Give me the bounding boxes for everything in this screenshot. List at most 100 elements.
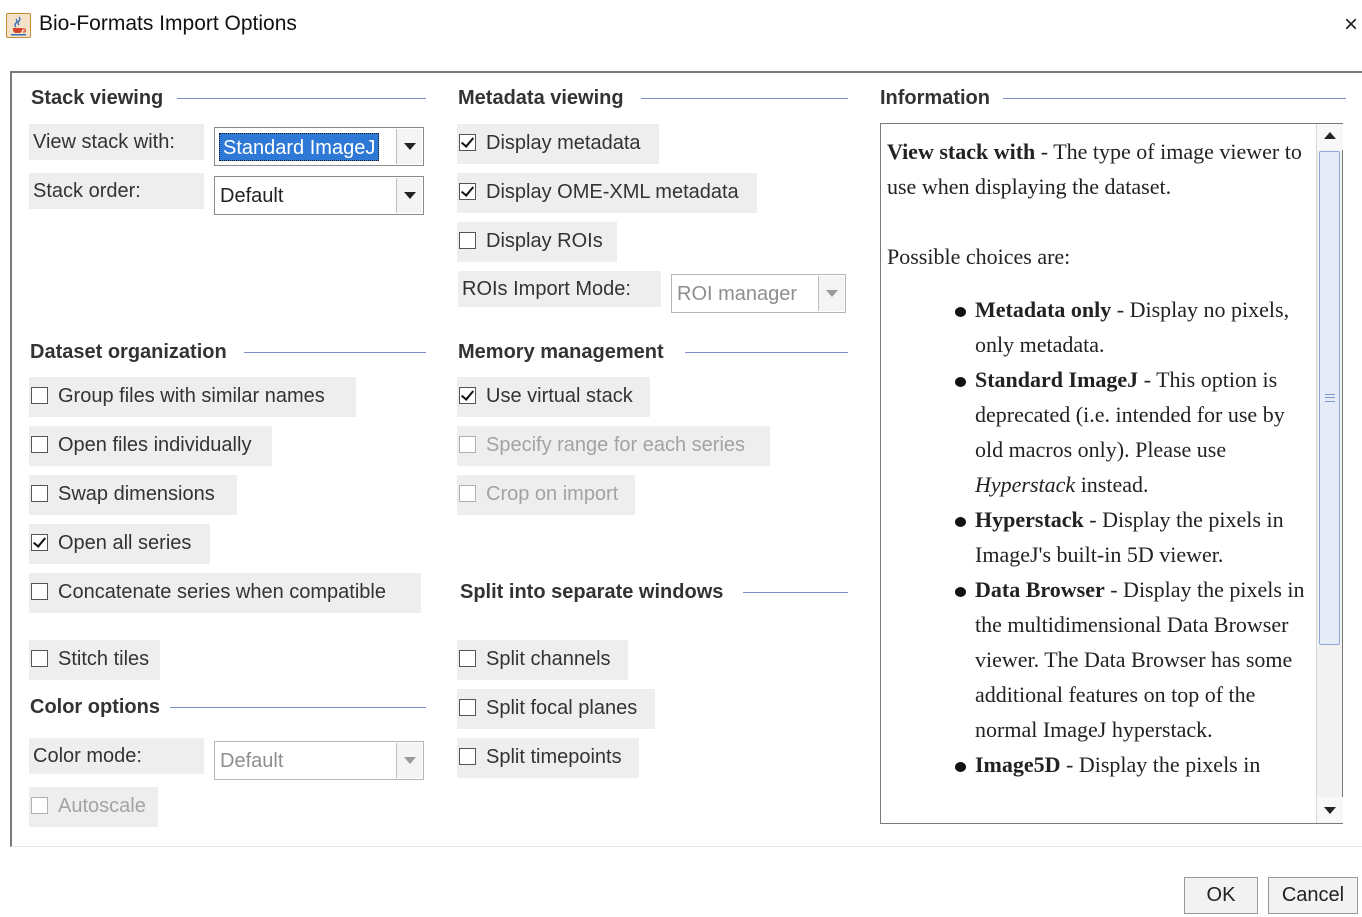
checkbox-unchecked-icon bbox=[459, 485, 476, 502]
chevron-down-icon[interactable] bbox=[396, 129, 422, 164]
checkbox-checked-icon[interactable] bbox=[31, 534, 48, 551]
checkbox-unchecked-icon[interactable] bbox=[459, 650, 476, 667]
use-virtual-stack-label: Use virtual stack bbox=[486, 385, 633, 407]
crop-on-import-checkbox: Crop on import bbox=[457, 475, 635, 515]
split-timepoints-checkbox[interactable]: Split timepoints bbox=[457, 738, 639, 778]
autoscale-label: Autoscale bbox=[58, 795, 146, 817]
autoscale-checkbox: Autoscale bbox=[29, 787, 158, 827]
title-bar: Bio-Formats Import Options × bbox=[0, 0, 1362, 52]
cancel-button[interactable]: Cancel bbox=[1268, 877, 1358, 914]
color-mode-select: Default bbox=[214, 741, 424, 780]
split-focal-planes-label: Split focal planes bbox=[486, 697, 638, 719]
section-divider bbox=[641, 98, 848, 99]
scroll-up-arrow-icon[interactable] bbox=[1317, 124, 1343, 150]
crop-on-import-label: Crop on import bbox=[486, 483, 619, 505]
ok-button[interactable]: OK bbox=[1184, 877, 1258, 914]
list-item: Standard ImageJ - This option is depreca… bbox=[953, 362, 1315, 502]
display-rois-label: Display ROIs bbox=[486, 230, 603, 252]
section-title-dataset-organization: Dataset organization bbox=[30, 341, 227, 364]
checkbox-unchecked-icon bbox=[459, 436, 476, 453]
information-pane[interactable]: View stack with - The type of image view… bbox=[880, 123, 1343, 824]
section-divider bbox=[244, 352, 426, 353]
list-item: Hyperstack - Display the pixels in Image… bbox=[953, 502, 1315, 572]
stack-order-select[interactable]: Default bbox=[214, 176, 424, 215]
chevron-down-icon bbox=[818, 276, 844, 311]
checkbox-unchecked-icon[interactable] bbox=[459, 748, 476, 765]
section-title-metadata-viewing: Metadata viewing bbox=[458, 87, 624, 110]
section-divider bbox=[685, 352, 848, 353]
choice-term: Standard ImageJ bbox=[975, 367, 1139, 392]
choice-term: Data Browser bbox=[975, 577, 1105, 602]
checkbox-unchecked-icon[interactable] bbox=[31, 387, 48, 404]
rois-import-mode-value: ROI manager bbox=[677, 283, 798, 305]
information-text: View stack with - The type of image view… bbox=[887, 134, 1315, 782]
checkbox-unchecked-icon[interactable] bbox=[31, 485, 48, 502]
bullet-icon bbox=[955, 762, 966, 772]
open-all-series-label: Open all series bbox=[58, 532, 192, 554]
checkbox-checked-icon[interactable] bbox=[459, 183, 476, 200]
information-scrollbar[interactable] bbox=[1316, 124, 1343, 823]
use-virtual-stack-checkbox[interactable]: Use virtual stack bbox=[457, 377, 650, 417]
view-stack-label: View stack with: bbox=[29, 124, 204, 160]
chevron-down-icon[interactable] bbox=[396, 178, 422, 213]
list-item: Metadata only - Display no pixels, only … bbox=[953, 292, 1315, 362]
section-title-information: Information bbox=[880, 87, 990, 110]
open-all-series-checkbox[interactable]: Open all series bbox=[29, 524, 210, 564]
display-metadata-label: Display metadata bbox=[486, 132, 641, 154]
section-title-split-windows: Split into separate windows bbox=[460, 581, 724, 604]
info-heading: View stack with - The type of image view… bbox=[887, 134, 1315, 204]
section-divider bbox=[177, 98, 426, 99]
section-divider bbox=[743, 592, 848, 593]
open-individually-checkbox[interactable]: Open files individually bbox=[29, 426, 272, 466]
display-metadata-checkbox[interactable]: Display metadata bbox=[457, 124, 659, 164]
choice-term: Image5D bbox=[975, 752, 1061, 777]
group-files-checkbox[interactable]: Group files with similar names bbox=[29, 377, 356, 417]
scroll-thumb[interactable] bbox=[1319, 151, 1340, 645]
rois-import-mode-label: ROIs Import Mode: bbox=[458, 271, 661, 307]
concatenate-series-label: Concatenate series when compatible bbox=[58, 581, 386, 603]
rois-import-mode-select: ROI manager bbox=[671, 274, 846, 313]
view-stack-select[interactable]: Standard ImageJ bbox=[214, 127, 424, 166]
split-timepoints-label: Split timepoints bbox=[486, 746, 622, 768]
checkbox-unchecked-icon[interactable] bbox=[459, 232, 476, 249]
checkbox-unchecked-icon[interactable] bbox=[31, 583, 48, 600]
display-rois-checkbox[interactable]: Display ROIs bbox=[457, 222, 617, 262]
split-channels-label: Split channels bbox=[486, 648, 611, 670]
color-mode-value: Default bbox=[220, 750, 284, 772]
close-icon[interactable]: × bbox=[1340, 10, 1362, 40]
choice-desc: - Display the pixels in bbox=[1060, 752, 1261, 777]
checkbox-unchecked-icon bbox=[31, 797, 48, 814]
open-individually-label: Open files individually bbox=[58, 434, 252, 456]
checkbox-unchecked-icon[interactable] bbox=[459, 699, 476, 716]
specify-range-checkbox: Specify range for each series bbox=[457, 426, 770, 466]
section-divider bbox=[1003, 98, 1346, 99]
color-mode-label: Color mode: bbox=[29, 738, 204, 774]
info-choices-intro: Possible choices are: bbox=[887, 244, 1071, 269]
bullet-icon bbox=[955, 517, 966, 527]
list-item: Data Browser - Display the pixels in the… bbox=[953, 572, 1315, 747]
view-stack-selected-value: Standard ImageJ bbox=[219, 133, 380, 161]
concatenate-series-checkbox[interactable]: Concatenate series when compatible bbox=[29, 573, 421, 613]
choice-desc-after: instead. bbox=[1075, 472, 1149, 497]
info-choices-list: Metadata only - Display no pixels, only … bbox=[953, 292, 1315, 782]
stitch-tiles-checkbox[interactable]: Stitch tiles bbox=[29, 640, 160, 680]
choice-term: Hyperstack bbox=[975, 507, 1084, 532]
display-ome-xml-checkbox[interactable]: Display OME-XML metadata bbox=[457, 173, 757, 213]
specify-range-label: Specify range for each series bbox=[486, 434, 746, 456]
info-heading-term: View stack with bbox=[887, 139, 1036, 164]
scroll-down-arrow-icon[interactable] bbox=[1317, 797, 1343, 823]
split-focal-planes-checkbox[interactable]: Split focal planes bbox=[457, 689, 655, 729]
checkbox-checked-icon[interactable] bbox=[459, 387, 476, 404]
stitch-tiles-label: Stitch tiles bbox=[58, 648, 150, 670]
checkbox-checked-icon[interactable] bbox=[459, 134, 476, 151]
swap-dimensions-checkbox[interactable]: Swap dimensions bbox=[29, 475, 237, 515]
checkbox-unchecked-icon[interactable] bbox=[31, 650, 48, 667]
window-title: Bio-Formats Import Options bbox=[39, 12, 297, 35]
checkbox-unchecked-icon[interactable] bbox=[31, 436, 48, 453]
stack-order-label: Stack order: bbox=[29, 173, 204, 209]
swap-dimensions-label: Swap dimensions bbox=[58, 483, 215, 505]
bullet-icon bbox=[955, 307, 966, 317]
split-channels-checkbox[interactable]: Split channels bbox=[457, 640, 628, 680]
group-files-label: Group files with similar names bbox=[58, 385, 325, 407]
display-ome-xml-label: Display OME-XML metadata bbox=[486, 181, 739, 203]
